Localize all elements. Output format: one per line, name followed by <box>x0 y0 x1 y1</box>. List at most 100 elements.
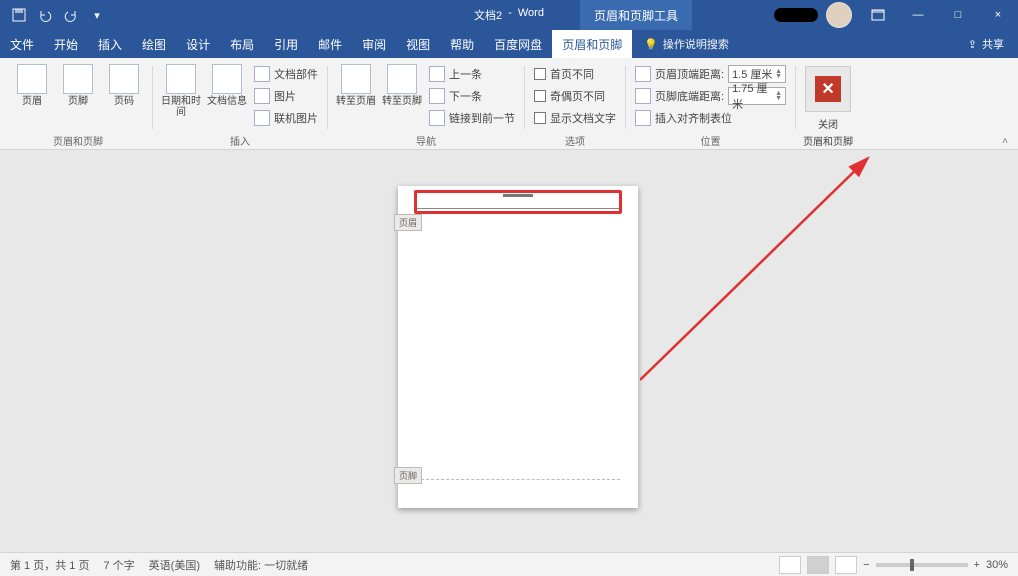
next-icon <box>429 88 445 104</box>
pictures-button[interactable]: 图片 <box>251 86 321 106</box>
annotation-arrow <box>640 150 900 390</box>
date-time-button[interactable]: 日期和时间 <box>159 64 203 118</box>
previous-icon <box>429 66 445 82</box>
footer-from-bottom-row: 页脚底端距离: 1.75 厘米▲▼ <box>632 86 789 106</box>
close-label-2: 页眉和页脚 <box>803 133 853 148</box>
quick-parts-button[interactable]: 文档部件 <box>251 64 321 84</box>
document-info-button[interactable]: 文档信息 <box>205 64 249 107</box>
group-label: 位置 <box>632 133 789 149</box>
link-icon <box>429 110 445 126</box>
different-odd-even-checkbox[interactable]: 奇偶页不同 <box>531 86 619 106</box>
undo-icon[interactable] <box>34 4 56 26</box>
footer-distance-icon <box>635 88 651 104</box>
group-header-footer: 页眉 页脚 页码 页眉和页脚 <box>6 60 150 149</box>
tab-design[interactable]: 设计 <box>176 30 220 58</box>
status-page[interactable]: 第 1 页，共 1 页 <box>10 557 89 573</box>
link-previous-button[interactable]: 链接到前一节 <box>426 108 518 128</box>
title-bar: ▾ 文档2 - Word 页眉和页脚工具 — □ × <box>0 0 1018 30</box>
zoom-slider[interactable] <box>876 563 968 567</box>
maximize-button[interactable]: □ <box>938 0 978 30</box>
save-icon[interactable] <box>8 4 30 26</box>
spinner-arrows-icon[interactable]: ▲▼ <box>775 91 782 101</box>
footer-icon <box>63 64 93 94</box>
minimize-button[interactable]: — <box>898 0 938 30</box>
tab-layout[interactable]: 布局 <box>220 30 264 58</box>
tab-mailings[interactable]: 邮件 <box>308 30 352 58</box>
tab-help[interactable]: 帮助 <box>440 30 484 58</box>
goto-header-button[interactable]: 转至页眉 <box>334 64 378 107</box>
checkbox-icon <box>534 112 546 124</box>
zoom-slider-thumb[interactable] <box>910 559 914 571</box>
group-options: 首页不同 奇偶页不同 显示文档文字 选项 <box>527 60 623 149</box>
group-label: 导航 <box>334 133 518 149</box>
show-document-text-checkbox[interactable]: 显示文档文字 <box>531 108 619 128</box>
footer-distance-input[interactable]: 1.75 厘米▲▼ <box>728 87 786 105</box>
group-close: ✕ 关闭 页眉和页脚 关闭 <box>798 60 858 149</box>
document-info-icon <box>212 64 242 94</box>
insert-alignment-tab-button[interactable]: 插入对齐制表位 <box>632 108 789 128</box>
quick-parts-icon <box>254 66 270 82</box>
tab-baidu[interactable]: 百度网盘 <box>484 30 552 58</box>
tell-me-search[interactable]: 💡 操作说明搜索 <box>644 30 729 58</box>
status-bar: 第 1 页，共 1 页 7 个字 英语(美国) 辅助功能: 一切就绪 − + 3… <box>0 552 1018 576</box>
ribbon-display-options-icon[interactable] <box>858 0 898 30</box>
document-page[interactable]: 页眉 页脚 <box>398 186 638 508</box>
tab-references[interactable]: 引用 <box>264 30 308 58</box>
different-first-page-checkbox[interactable]: 首页不同 <box>531 64 619 84</box>
contextual-tab-title: 页眉和页脚工具 <box>580 0 692 30</box>
footer-button[interactable]: 页脚 <box>56 64 100 107</box>
tab-insert[interactable]: 插入 <box>88 30 132 58</box>
picture-icon <box>254 88 270 104</box>
group-label: 选项 <box>531 133 619 149</box>
header-distance-icon <box>635 66 651 82</box>
window-controls: — □ × <box>774 0 1018 30</box>
tell-me-label: 操作说明搜索 <box>663 36 729 52</box>
previous-button[interactable]: 上一条 <box>426 64 518 84</box>
quick-access-toolbar: ▾ <box>0 4 108 26</box>
zoom-out-button[interactable]: − <box>863 559 869 571</box>
header-button[interactable]: 页眉 <box>10 64 54 107</box>
checkbox-icon <box>534 90 546 102</box>
tab-view[interactable]: 视图 <box>396 30 440 58</box>
group-label: 插入 <box>159 133 321 149</box>
window-title: 文档2 - Word <box>474 7 544 23</box>
goto-footer-button[interactable]: 转至页脚 <box>380 64 424 107</box>
status-accessibility[interactable]: 辅助功能: 一切就绪 <box>214 557 308 573</box>
header-icon <box>17 64 47 94</box>
close-header-footer-button[interactable]: ✕ <box>805 66 851 112</box>
user-avatar[interactable] <box>826 2 852 28</box>
view-print-layout-button[interactable] <box>807 556 829 574</box>
collapse-ribbon-icon[interactable]: ˄ <box>998 136 1012 147</box>
spinner-arrows-icon[interactable]: ▲▼ <box>775 69 782 79</box>
close-label-1: 关闭 <box>818 116 838 131</box>
share-label: 共享 <box>982 36 1004 52</box>
zoom-level[interactable]: 30% <box>986 559 1008 571</box>
redo-icon[interactable] <box>60 4 82 26</box>
qat-dropdown-icon[interactable]: ▾ <box>86 4 108 26</box>
annotation-highlight-box <box>414 190 622 214</box>
page-number-button[interactable]: 页码 <box>102 64 146 107</box>
online-pictures-button[interactable]: 联机图片 <box>251 108 321 128</box>
signed-in-indicator <box>774 8 818 22</box>
next-button[interactable]: 下一条 <box>426 86 518 106</box>
status-language[interactable]: 英语(美国) <box>149 557 200 573</box>
footer-tag: 页脚 <box>394 467 422 484</box>
tab-file[interactable]: 文件 <box>0 30 44 58</box>
status-word-count[interactable]: 7 个字 <box>103 557 134 573</box>
share-icon: ⇪ <box>968 38 977 51</box>
tab-review[interactable]: 审阅 <box>352 30 396 58</box>
goto-header-icon <box>341 64 371 94</box>
view-web-layout-button[interactable] <box>835 556 857 574</box>
tab-draw[interactable]: 绘图 <box>132 30 176 58</box>
document-name: 文档2 <box>474 7 502 23</box>
close-button[interactable]: × <box>978 0 1018 30</box>
group-position: 页眉顶端距离: 1.5 厘米▲▼ 页脚底端距离: 1.75 厘米▲▼ 插入对齐制… <box>628 60 793 149</box>
online-picture-icon <box>254 110 270 126</box>
document-canvas[interactable]: 页眉 页脚 <box>0 150 1018 552</box>
group-insert: 日期和时间 文档信息 文档部件 图片 联机图片 插入 <box>155 60 325 149</box>
tab-home[interactable]: 开始 <box>44 30 88 58</box>
view-read-mode-button[interactable] <box>779 556 801 574</box>
share-button[interactable]: ⇪ 共享 <box>954 30 1018 58</box>
zoom-in-button[interactable]: + <box>974 559 980 571</box>
tab-header-footer[interactable]: 页眉和页脚 <box>552 30 632 58</box>
